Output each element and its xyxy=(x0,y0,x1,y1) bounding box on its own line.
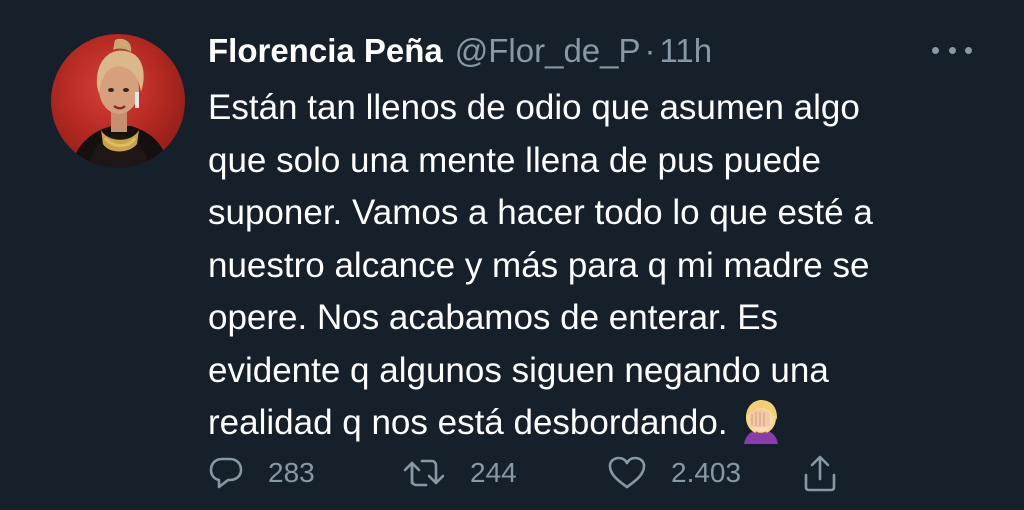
author-name[interactable]: Florencia Peña xyxy=(208,32,443,70)
author-handle[interactable]: @Flor_de_P xyxy=(455,32,641,70)
heart-icon xyxy=(608,456,646,489)
tweet-text: Están tan llenos de odio que asumen algo… xyxy=(208,82,998,450)
tweet-text-line: evidente q algunos siguen negando una xyxy=(208,350,829,390)
tweet-text-line: opere. Nos acabamos de enterar. Es xyxy=(208,298,779,337)
action-bar: 283 244 2.403 xyxy=(208,448,868,498)
more-dots-icon[interactable] xyxy=(932,38,972,62)
share-button[interactable] xyxy=(802,448,838,498)
avatar[interactable] xyxy=(51,34,185,168)
like-count: 2.403 xyxy=(671,457,742,488)
reply-icon xyxy=(209,457,243,489)
facepalm-emoji xyxy=(743,400,778,444)
retweet-icon xyxy=(403,459,445,487)
retweet-button[interactable]: 244 xyxy=(402,448,517,498)
tweet-card[interactable]: Florencia Peña @Flor_de_P · 11h Están ta… xyxy=(0,0,1024,510)
tweet-text-line: nuestro alcance y más para q mi madre se xyxy=(208,245,870,285)
timestamp[interactable]: 11h xyxy=(660,32,713,70)
tweet-text-line: suponer. Vamos a hacer todo lo que esté … xyxy=(208,193,873,232)
reply-count: 283 xyxy=(268,457,315,488)
tweet-header: Florencia Peña @Flor_de_P · 11h xyxy=(208,28,712,74)
retweet-count: 244 xyxy=(470,457,517,488)
tweet-text-line: Están tan llenos de odio que asumen algo xyxy=(208,88,860,127)
reply-button[interactable]: 283 xyxy=(208,448,315,498)
like-button[interactable]: 2.403 xyxy=(607,448,741,498)
avatar-image xyxy=(71,38,169,168)
tweet-text-line: que solo una mente llena de pus puede xyxy=(208,140,821,180)
separator: · xyxy=(644,32,656,69)
share-icon xyxy=(804,455,836,492)
tweet-text-line-content: realidad q nos está desbordando. xyxy=(208,403,728,442)
tweet-text-line-last: realidad q nos está desbordando. xyxy=(208,397,998,450)
